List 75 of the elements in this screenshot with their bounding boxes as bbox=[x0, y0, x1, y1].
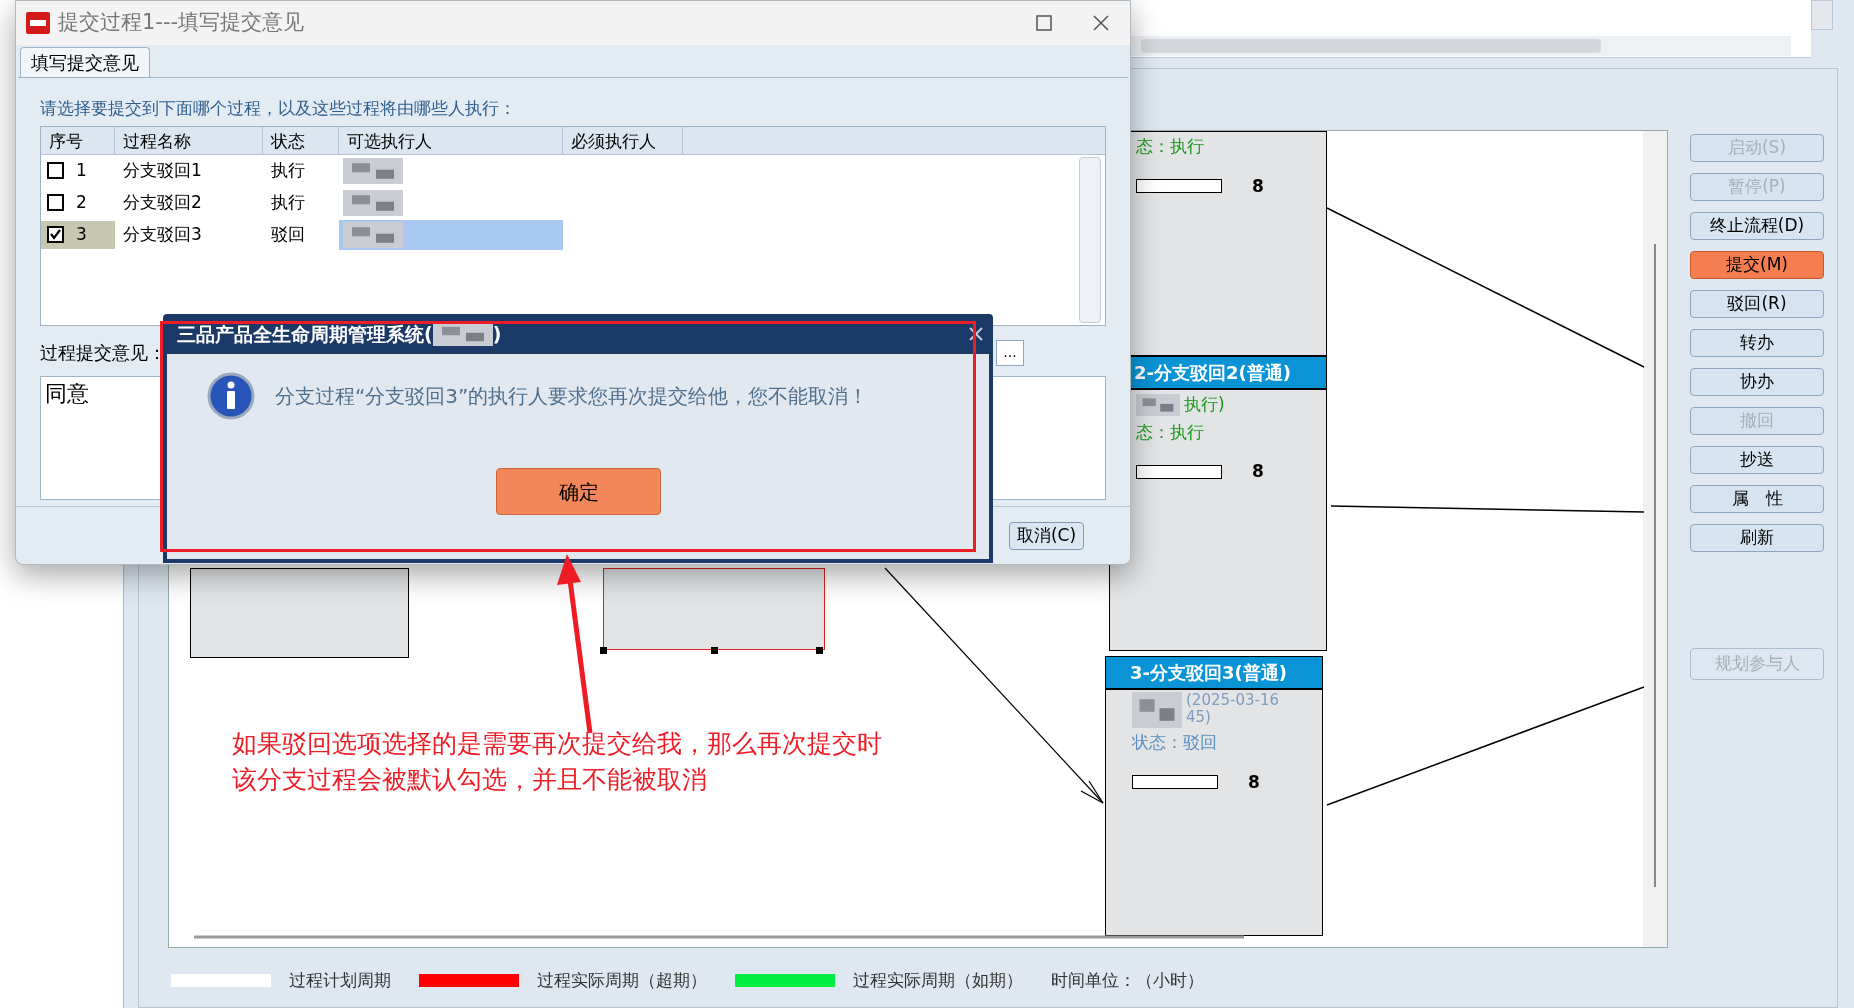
annotation-text: 如果驳回选项选择的是需要再次提交给我，那么再次提交时 该分支过程会被默认勾选，并且不能被取消 bbox=[232, 728, 882, 796]
row-checkbox[interactable] bbox=[47, 226, 64, 243]
flow-action-button[interactable]: 提交(M) bbox=[1690, 251, 1824, 279]
table-cell-text: 分支驳回3 bbox=[122, 222, 203, 246]
horizontal-scroll-thumb[interactable] bbox=[194, 935, 1244, 939]
process-node[interactable]: 2-分支驳回2(普通) 执行) 态：执行 8 bbox=[1109, 356, 1327, 651]
table-cell-text: 3 bbox=[76, 222, 87, 246]
table-row[interactable]: 3 分支驳回3 驳回 bbox=[41, 218, 1105, 251]
resize-handle[interactable] bbox=[600, 647, 607, 654]
tab[interactable]: 填写提交意见 bbox=[20, 47, 150, 77]
dialog-title: 三品产品全生命周期管理系统( bbox=[177, 321, 433, 347]
node-status: 状态：驳回 bbox=[1132, 731, 1218, 754]
node-status: 态：执行 bbox=[1136, 135, 1205, 158]
flow-action-button[interactable]: 协办 bbox=[1690, 368, 1824, 396]
row-checkbox[interactable] bbox=[47, 162, 64, 179]
blurred-text bbox=[1136, 393, 1180, 416]
flow-action-button[interactable]: 终止流程(D) bbox=[1690, 212, 1824, 240]
blurred-text bbox=[343, 157, 403, 184]
table-cell-text: 执行 bbox=[270, 158, 306, 182]
node-status: 态：执行 bbox=[1136, 420, 1205, 444]
table-cell-text: 2 bbox=[76, 190, 87, 214]
dialog-message: 分支过程“分支驳回3”的执行人要求您再次提交给他，您不能取消！ bbox=[275, 383, 869, 410]
close-icon[interactable] bbox=[1092, 14, 1110, 32]
table-row[interactable]: 2 分支驳回2 执行 bbox=[41, 186, 1105, 219]
blurred-text bbox=[343, 221, 403, 248]
table-cell-text: 1 bbox=[76, 158, 87, 182]
blurred-text bbox=[432, 322, 493, 346]
legend-label: 过程计划周期 bbox=[289, 969, 391, 992]
maximize-icon[interactable] bbox=[1036, 15, 1052, 31]
table-cell-text: 分支驳回1 bbox=[122, 158, 203, 182]
time-unit-label: 时间单位：（小时） bbox=[1051, 969, 1204, 992]
more-button[interactable]: ... bbox=[996, 339, 1024, 366]
node-date: (2025-03-16 bbox=[1186, 692, 1280, 709]
process-node[interactable]: 3-分支驳回3(普通) (2025-03-16 45) 状态：驳回 8 bbox=[1105, 656, 1323, 936]
dialog-title-end: ) bbox=[492, 321, 502, 347]
column-header[interactable]: 序号 bbox=[41, 126, 115, 154]
flow-action-button[interactable]: 驳回(R) bbox=[1690, 290, 1824, 318]
column-header[interactable]: 状态 bbox=[263, 126, 339, 154]
flow-action-button[interactable]: 转办 bbox=[1690, 329, 1824, 357]
table-cell-text: 分支驳回2 bbox=[122, 190, 203, 214]
instruction-text: 请选择要提交到下面哪个过程，以及这些过程将由哪些人执行： bbox=[40, 97, 517, 120]
node-hours: 8 bbox=[1248, 770, 1260, 794]
blurred-text bbox=[1132, 692, 1182, 728]
table-scrollbar[interactable] bbox=[1079, 156, 1101, 323]
flow-action-button[interactable]: 属 性 bbox=[1690, 485, 1824, 513]
node-hours: 8 bbox=[1252, 174, 1264, 198]
flow-action-button[interactable]: 刷新 bbox=[1690, 524, 1824, 552]
window-title: 提交过程1---填写提交意见 bbox=[58, 9, 305, 37]
ok-button[interactable]: 确定 bbox=[496, 468, 661, 515]
table-cell-text: 执行 bbox=[270, 190, 306, 214]
process-box[interactable] bbox=[190, 568, 409, 658]
node-header: 3-分支驳回3(普通) bbox=[1106, 657, 1322, 690]
cancel-button[interactable]: 取消(C) bbox=[1009, 521, 1084, 550]
legend-label: 过程实际周期（超期） bbox=[537, 969, 707, 992]
vertical-scrollbar[interactable] bbox=[1811, 0, 1833, 30]
column-header[interactable]: 过程名称 bbox=[115, 126, 263, 154]
horizontal-scrollbar[interactable] bbox=[1131, 36, 1791, 56]
node-executor: 执行) bbox=[1184, 393, 1225, 416]
opinion-label: 过程提交意见： bbox=[40, 341, 166, 365]
table-row[interactable]: 1 分支驳回1 执行 bbox=[41, 154, 1105, 187]
blurred-text bbox=[343, 189, 403, 216]
app-logo-icon bbox=[26, 12, 50, 34]
table-cell-text: 驳回 bbox=[270, 222, 306, 246]
column-header[interactable]: 可选执行人 bbox=[339, 126, 563, 154]
column-header[interactable]: 必须执行人 bbox=[563, 126, 683, 154]
resize-handle[interactable] bbox=[816, 647, 823, 654]
node-time: 45) bbox=[1186, 709, 1212, 726]
selected-process-box[interactable] bbox=[603, 568, 825, 650]
legend-label: 过程实际周期（如期） bbox=[853, 969, 1023, 992]
resize-handle[interactable] bbox=[711, 647, 718, 654]
row-checkbox[interactable] bbox=[47, 194, 64, 211]
vertical-scroll-thumb[interactable] bbox=[1654, 243, 1656, 888]
flow-action-button[interactable]: 抄送 bbox=[1690, 446, 1824, 474]
node-hours: 8 bbox=[1252, 460, 1264, 483]
info-icon bbox=[207, 372, 255, 420]
